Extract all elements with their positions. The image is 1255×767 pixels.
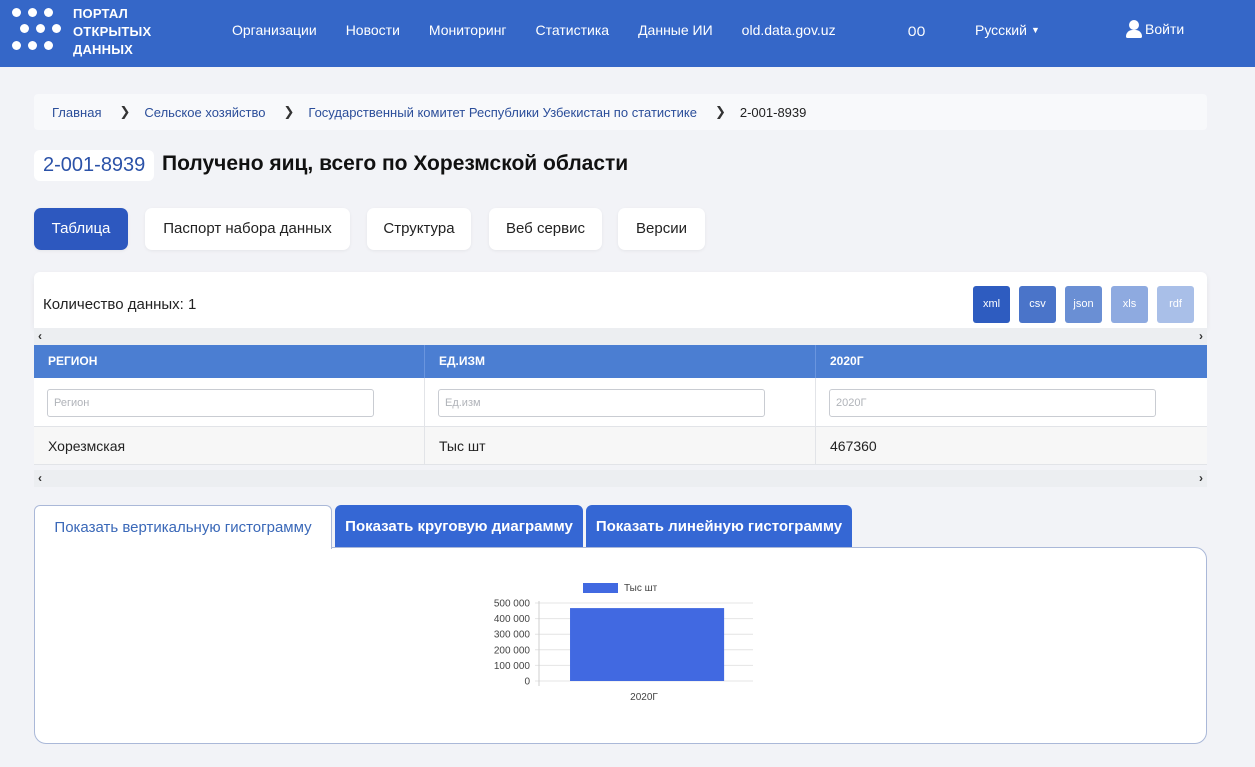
chart-bar xyxy=(570,608,725,681)
data-toolbar: Количество данных: 1 xml csv json xls rd… xyxy=(34,272,1207,328)
table-header-row: РЕГИОН ЕД.ИЗМ 2020Г xyxy=(34,345,1207,378)
tab-versions[interactable]: Версии xyxy=(618,208,705,250)
main-nav: Организации Новости Мониторинг Статистик… xyxy=(232,22,865,38)
tab-web-service[interactable]: Веб сервис xyxy=(489,208,602,250)
breadcrumb-home[interactable]: Главная xyxy=(52,105,101,120)
column-header-region[interactable]: РЕГИОН xyxy=(34,345,425,378)
chevron-right-icon: ❯ xyxy=(714,104,726,119)
caret-down-icon: ▼ xyxy=(1030,25,1040,35)
filter-2020-input[interactable] xyxy=(829,389,1156,417)
table-scrollbar-top[interactable]: ‹ › xyxy=(34,328,1207,345)
login-button[interactable]: Войти xyxy=(1125,20,1184,38)
column-header-unit[interactable]: ЕД.ИЗМ xyxy=(425,345,816,378)
breadcrumb-category[interactable]: Сельское хозяйство xyxy=(144,105,265,120)
scroll-right-icon[interactable]: › xyxy=(1199,328,1203,345)
legend-swatch xyxy=(583,583,618,593)
site-header: ПОРТАЛ ОТКРЫТЫХ ДАННЫХ Организации Новос… xyxy=(0,0,1255,67)
data-table: РЕГИОН ЕД.ИЗМ 2020Г Хорезмская Тыс шт 46… xyxy=(34,345,1207,465)
download-xls-button[interactable]: xls xyxy=(1111,286,1148,323)
nav-item-ai-data[interactable]: Данные ИИ xyxy=(638,22,713,38)
chevron-right-icon: ❯ xyxy=(283,104,295,119)
portal-logo-icon[interactable] xyxy=(12,8,62,54)
download-rdf-button[interactable]: rdf xyxy=(1157,286,1194,323)
scroll-left-icon[interactable]: ‹ xyxy=(38,470,42,487)
download-csv-button[interactable]: csv xyxy=(1019,286,1056,323)
x-tick-label: 2020Г xyxy=(630,692,658,703)
logo-line: ОТКРЫТЫХ xyxy=(73,24,152,39)
y-tick-label: 200 000 xyxy=(494,645,531,656)
filter-unit-input[interactable] xyxy=(438,389,765,417)
breadcrumb-current: 2-001-8939 xyxy=(739,104,807,120)
page-title: Получено яиц, всего по Хорезмской област… xyxy=(162,152,629,175)
table-cell: 467360 xyxy=(816,427,1207,465)
logo-line: ДАННЫХ xyxy=(73,42,134,57)
scroll-right-icon[interactable]: › xyxy=(1199,470,1203,487)
table-cell: Тыс шт xyxy=(425,427,816,465)
tab-table[interactable]: Таблица xyxy=(34,208,128,250)
table-scrollbar-bottom[interactable]: ‹ › xyxy=(34,470,1207,487)
breadcrumb-organization[interactable]: Государственный комитет Республики Узбек… xyxy=(308,105,697,120)
table-cell: Хорезмская xyxy=(34,427,425,465)
nav-item-organizations[interactable]: Организации xyxy=(232,22,317,38)
logo-line: ПОРТАЛ xyxy=(73,6,128,21)
y-tick-label: 100 000 xyxy=(494,661,531,672)
chart-panel: 0 100 000 200 000 300 000 400 000 500 000 2020… xyxy=(34,547,1207,744)
y-tick-label: 400 000 xyxy=(494,614,531,625)
tab-line-histogram[interactable]: Показать линейную гистограмму xyxy=(586,505,852,548)
data-count: Количество данных: 1 xyxy=(43,296,197,313)
filter-region-input[interactable] xyxy=(47,389,374,417)
tab-structure[interactable]: Структура xyxy=(367,208,471,250)
bar-chart: 0 100 000 200 000 300 000 400 000 500 000 2020… xyxy=(494,583,753,703)
user-icon xyxy=(1125,20,1143,38)
y-tick-label: 300 000 xyxy=(494,630,531,641)
legend-label: Тыс шт xyxy=(624,583,658,594)
breadcrumb: Главная ❯ Сельское хозяйство ❯ Государст… xyxy=(34,94,1207,130)
column-header-2020[interactable]: 2020Г xyxy=(816,345,1207,378)
dataset-code-badge: 2-001-8939 xyxy=(34,150,155,181)
tab-pie-chart[interactable]: Показать круговую диаграмму xyxy=(335,505,583,548)
accessibility-glasses-icon[interactable]: ൦൦ xyxy=(907,21,925,41)
y-tick-label: 0 xyxy=(524,677,530,688)
portal-logo-text[interactable]: ПОРТАЛ ОТКРЫТЫХ ДАННЫХ xyxy=(73,5,151,59)
nav-item-monitoring[interactable]: Мониторинг xyxy=(429,22,507,38)
table-row: Хорезмская Тыс шт 467360 xyxy=(34,427,1207,465)
download-json-button[interactable]: json xyxy=(1065,286,1102,323)
nav-item-statistics[interactable]: Статистика xyxy=(536,22,610,38)
y-tick-label: 500 000 xyxy=(494,599,531,610)
login-label: Войти xyxy=(1145,21,1185,37)
tab-dataset-passport[interactable]: Паспорт набора данных xyxy=(145,208,350,250)
language-label: Русский xyxy=(975,22,1027,38)
scroll-left-icon[interactable]: ‹ xyxy=(38,328,42,345)
language-selector[interactable]: Русский ▼ xyxy=(975,22,1040,38)
chevron-right-icon: ❯ xyxy=(119,104,131,119)
table-filter-row xyxy=(34,378,1207,427)
download-xml-button[interactable]: xml xyxy=(973,286,1010,323)
nav-item-old-portal[interactable]: old.data.gov.uz xyxy=(742,22,836,38)
tab-vertical-histogram[interactable]: Показать вертикальную гистограмму xyxy=(34,505,332,549)
nav-item-news[interactable]: Новости xyxy=(346,22,400,38)
